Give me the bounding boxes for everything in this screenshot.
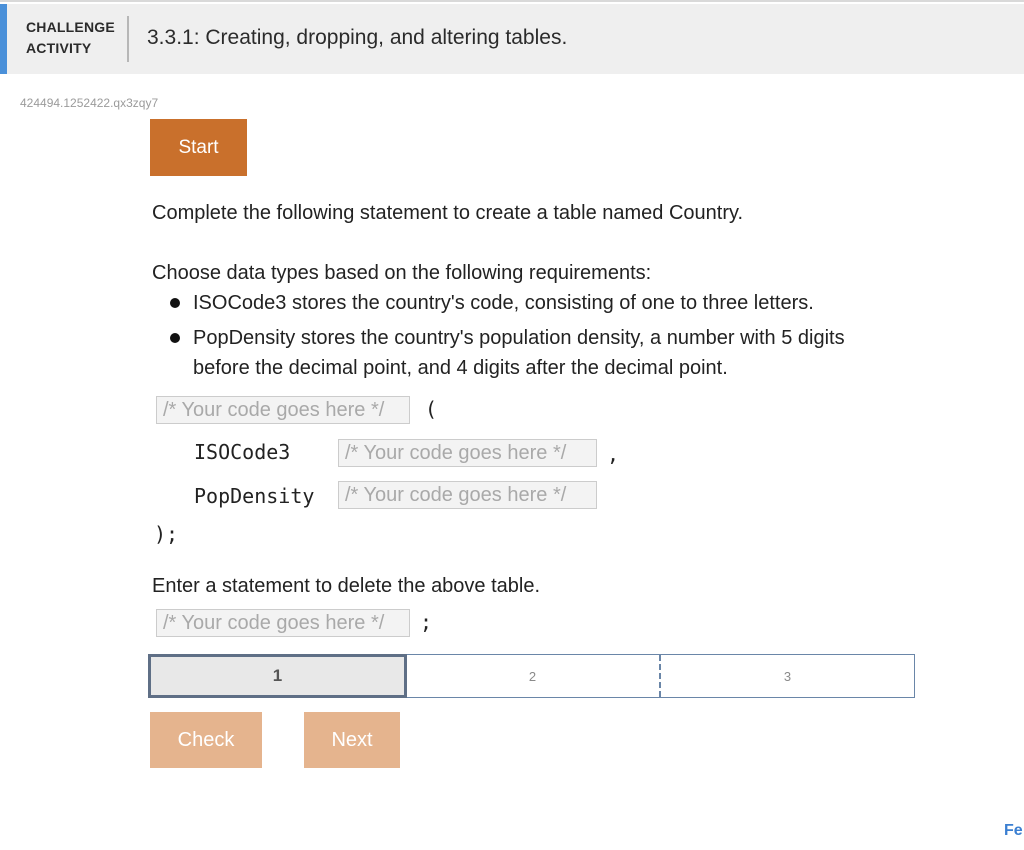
activity-type-label: CHALLENGE ACTIVITY [26,17,118,59]
requirement-isocode3: ISOCode3 stores the country's code, cons… [193,292,814,314]
popdensity-type-input[interactable] [338,481,597,509]
check-button[interactable]: Check [150,712,262,768]
create-table-input[interactable] [156,396,410,424]
feedback-link[interactable]: Fe [1004,822,1023,840]
requirements-heading: Choose data types based on the following… [152,262,652,284]
top-border [0,0,1024,2]
progress-steps: 1 2 3 [148,654,915,698]
activity-type-line2: ACTIVITY [26,40,92,56]
header-accent-bar [0,4,7,74]
next-button[interactable]: Next [304,712,400,768]
activity-title: 3.3.1: Creating, dropping, and altering … [147,26,568,49]
column-isocode3-label: ISOCode3 [194,440,291,464]
step-1[interactable]: 1 [148,654,407,698]
step-2[interactable]: 2 [406,655,659,697]
step-3[interactable]: 3 [659,655,914,697]
start-button[interactable]: Start [150,119,247,176]
instruction-text: Complete the following statement to crea… [152,202,744,224]
delete-prompt: Enter a statement to delete the above ta… [152,575,541,597]
open-paren: ( [425,397,438,421]
activity-header: CHALLENGE ACTIVITY 3.3.1: Creating, drop… [0,4,1024,74]
comma: , [607,442,620,466]
bullet-dot [170,298,180,308]
close-paren-semicolon: ); [154,522,179,546]
requirement-popdensity-line1: PopDensity stores the country's populati… [193,327,845,349]
bullet-dot [170,333,180,343]
isocode3-type-input[interactable] [338,439,597,467]
activity-type-line1: CHALLENGE [26,19,115,35]
semicolon: ; [420,610,433,634]
header-divider [127,16,129,62]
activity-id: 424494.1252422.qx3zqy7 [20,96,159,110]
column-popdensity-label: PopDensity [194,484,315,508]
drop-table-input[interactable] [156,609,410,637]
requirement-popdensity-line2: before the decimal point, and 4 digits a… [193,357,728,379]
